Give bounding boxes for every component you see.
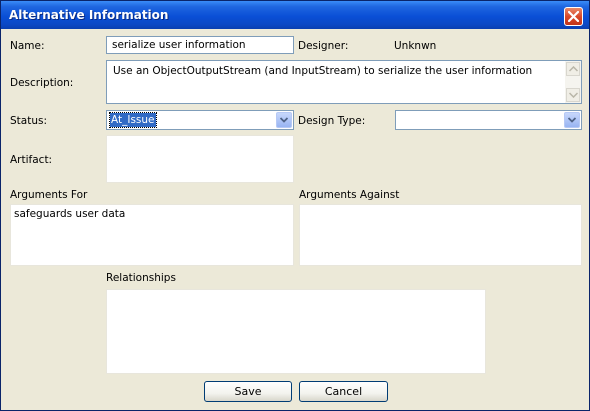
designer-value: Unknwn (394, 40, 437, 52)
relationships-label: Relationships (106, 272, 176, 284)
description-scrollbar[interactable] (565, 61, 581, 103)
name-value: serialize user information (112, 39, 246, 51)
name-field[interactable]: serialize user information (106, 36, 294, 54)
artifact-label: Artifact: (10, 154, 53, 166)
scroll-up-button[interactable] (566, 62, 580, 76)
arguments-against-label: Arguments Against (299, 189, 400, 201)
save-button[interactable]: Save (204, 381, 292, 402)
close-button[interactable] (564, 7, 583, 26)
window-title: Alternative Information (9, 8, 169, 22)
arguments-for-list[interactable]: safeguards user data (10, 204, 294, 266)
status-dropdown-button[interactable] (276, 112, 292, 128)
artifact-field[interactable] (106, 135, 294, 183)
relationships-list[interactable] (106, 289, 486, 374)
alternative-information-dialog: Alternative Information Name: serialize … (0, 0, 590, 411)
status-select[interactable]: At_Issue (106, 110, 294, 130)
scroll-down-button[interactable] (566, 88, 580, 102)
name-label: Name: (10, 40, 45, 52)
design-type-dropdown-button[interactable] (564, 112, 580, 128)
title-bar[interactable]: Alternative Information (1, 1, 589, 29)
status-label: Status: (10, 115, 47, 127)
cancel-button[interactable]: Cancel (299, 381, 388, 402)
description-value: Use an ObjectOutputStream (and InputStre… (113, 65, 533, 77)
design-type-label: Design Type: (298, 115, 366, 127)
description-field[interactable]: Use an ObjectOutputStream (and InputStre… (106, 60, 582, 104)
arguments-for-label: Arguments For (10, 189, 88, 201)
list-item[interactable]: safeguards user data (14, 208, 125, 220)
description-label: Description: (10, 77, 74, 89)
designer-label: Designer: (298, 40, 349, 52)
design-type-select[interactable] (395, 110, 582, 130)
status-selected-value: At_Issue (109, 112, 157, 128)
arguments-against-list[interactable] (299, 204, 582, 266)
